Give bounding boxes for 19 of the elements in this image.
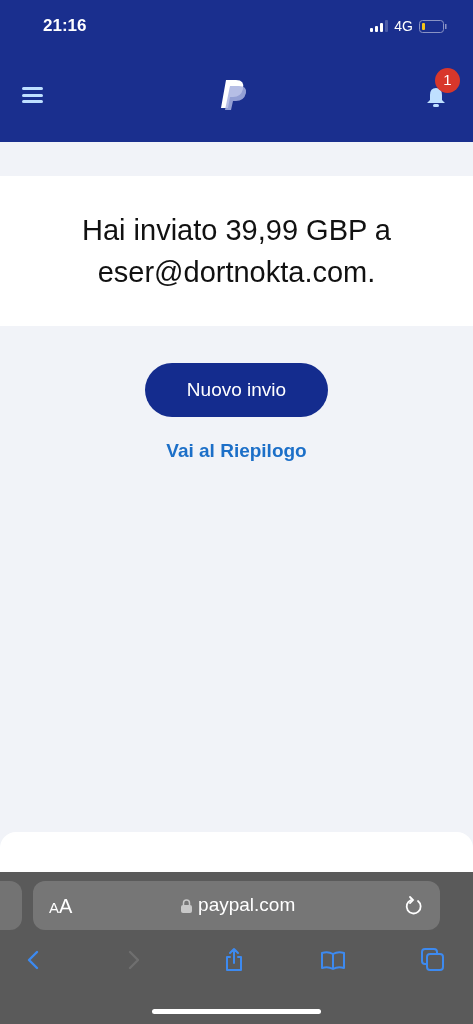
tabs-button[interactable]	[419, 946, 447, 974]
new-payment-button[interactable]: Nuovo invio	[145, 363, 328, 417]
confirmation-message: Hai inviato 39,99 GBP a eser@dortnokta.com.	[81, 213, 392, 290]
url-text: paypal.com	[198, 893, 296, 918]
previous-tab[interactable]	[0, 881, 22, 930]
battery-icon	[419, 19, 447, 33]
status-time: 21:16	[43, 15, 87, 38]
address-bar[interactable]: AA paypal.com	[33, 881, 440, 930]
notification-bell-icon[interactable]	[425, 86, 447, 108]
summary-link[interactable]: Vai al Riepilogo	[166, 437, 307, 466]
text-size-button[interactable]: AA	[49, 890, 73, 921]
notification-count: 1	[435, 68, 460, 93]
lock-icon	[181, 898, 193, 913]
menu-icon[interactable]	[22, 87, 43, 103]
reload-icon[interactable]	[404, 894, 424, 917]
logo-icon	[221, 80, 247, 110]
network-type: 4G	[394, 16, 413, 36]
tabs-icon	[420, 947, 446, 973]
signal-icon	[370, 20, 389, 32]
